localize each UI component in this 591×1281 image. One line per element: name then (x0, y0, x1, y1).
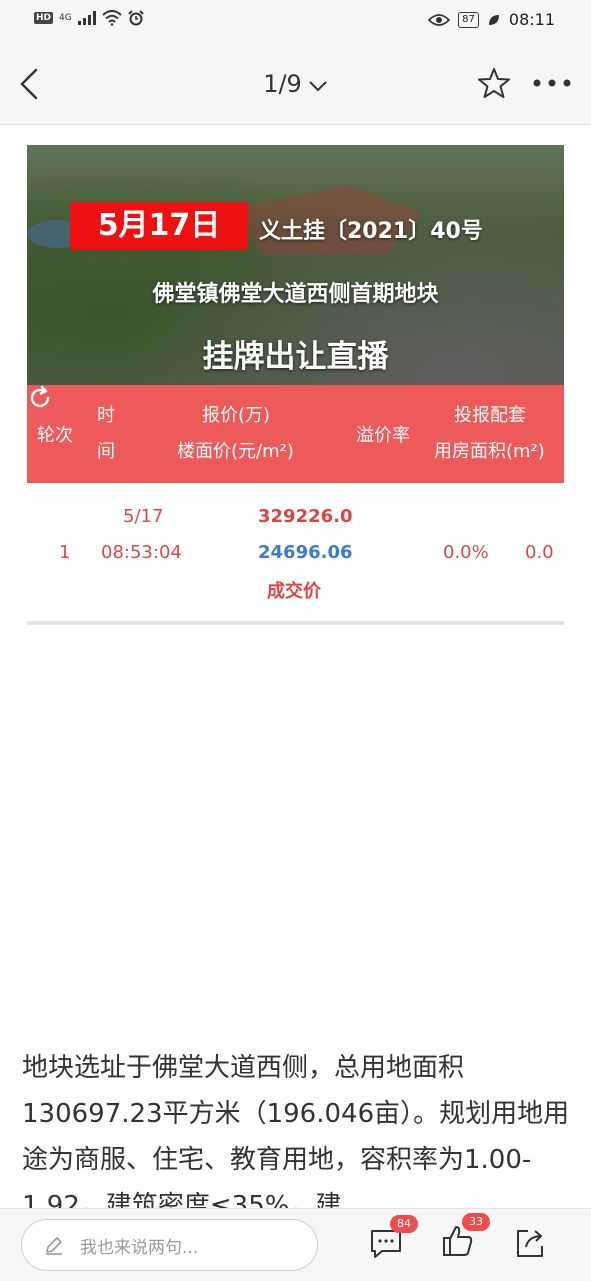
wifi-icon (102, 10, 122, 26)
clock: 08:11 (508, 10, 555, 29)
cell-total-price: 329226.0 (258, 506, 353, 527)
hd-indicator: HD (34, 12, 54, 24)
share-icon (517, 1230, 543, 1257)
top-nav: 1/9 (0, 44, 591, 125)
comments-button[interactable]: 84 (368, 1215, 418, 1265)
share-button[interactable] (512, 1225, 548, 1265)
refresh-icon[interactable] (27, 385, 53, 411)
banner-date: 5月17日 (70, 202, 248, 250)
comments-count-badge: 84 (390, 1215, 418, 1233)
bid-table-header: 轮次 时 间 报价(万) 楼面价(元/m²) 溢价率 投报配套 用房面积(m²) (27, 385, 564, 483)
cell-round: 1 (59, 542, 71, 563)
divider (27, 621, 564, 625)
cell-time: 08:53:04 (101, 542, 182, 563)
eye-comfort-icon (428, 13, 451, 26)
likes-count-badge: 33 (462, 1213, 490, 1231)
header-time-line1: 时 (97, 405, 115, 426)
signal-icon (77, 11, 96, 25)
favorite-star-icon[interactable] (477, 66, 511, 100)
header-support-line2: 用房面积(m²) (434, 441, 545, 462)
cell-premium: 0.0% (443, 542, 489, 563)
bottom-bar: 我也来说两句... 84 33 (0, 1208, 591, 1281)
banner-doc-number: 义土挂〔2021〕40号 (259, 219, 483, 244)
cell-date: 5/17 (123, 506, 164, 527)
pen-icon (46, 1237, 62, 1255)
article-paragraph: 地块选址于佛堂大道西侧，总用地面积130697.23平方米（196.046亩）。… (22, 1053, 570, 1221)
banner-site-name: 佛堂镇佛堂大道西侧首期地块 (152, 282, 439, 307)
page-indicator-label: 1/9 (263, 70, 302, 98)
cell-deal-label: 成交价 (267, 581, 321, 602)
header-premium: 溢价率 (356, 425, 410, 446)
header-support-line1: 投报配套 (454, 405, 526, 426)
like-button[interactable]: 33 (440, 1213, 490, 1263)
battery-indicator: 87 (458, 11, 479, 28)
more-options-icon[interactable] (532, 78, 572, 88)
live-banner-image: 5月17日 义土挂〔2021〕40号 佛堂镇佛堂大道西侧首期地块 挂牌出让直播 (27, 145, 564, 385)
cell-unit-price: 24696.06 (258, 542, 353, 563)
header-price-line2: 楼面价(元/m²) (177, 441, 294, 462)
header-time-line2: 间 (97, 441, 115, 462)
alarm-icon (128, 10, 144, 26)
article-body: 地块选址于佛堂大道西侧，总用地面积130697.23平方米（196.046亩）。… (22, 1045, 570, 1229)
comment-placeholder: 我也来说两句... (80, 1238, 199, 1258)
chevron-down-icon (309, 81, 327, 92)
table-row: 1 5/17 08:53:04 329226.0 24696.06 成交价 0.… (27, 490, 564, 615)
banner-live-title: 挂牌出让直播 (202, 339, 389, 375)
cell-area: 0.0 (525, 542, 554, 563)
network-type: 4G (59, 13, 72, 23)
status-bar: HD 4G 87 08:11 (0, 0, 591, 44)
header-round: 轮次 (37, 425, 73, 446)
comment-input[interactable]: 我也来说两句... (21, 1219, 318, 1271)
header-price-line1: 报价(万) (202, 405, 271, 426)
leaf-icon (488, 14, 499, 25)
